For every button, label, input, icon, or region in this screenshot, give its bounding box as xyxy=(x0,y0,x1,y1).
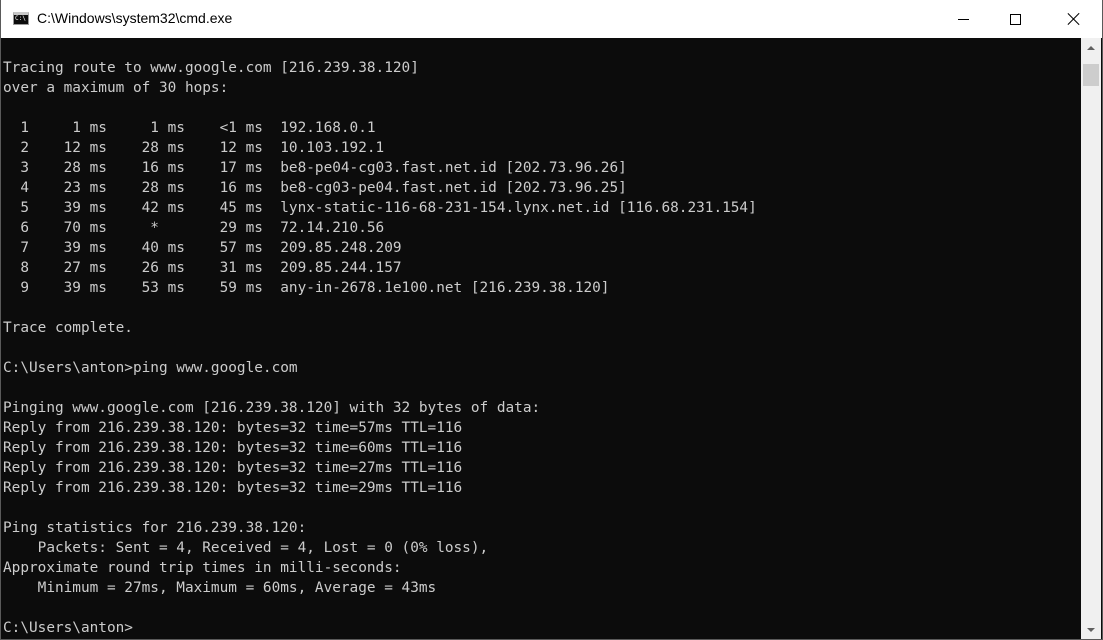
window-title: C:\Windows\system32\cmd.exe xyxy=(37,10,233,26)
close-icon xyxy=(1067,12,1081,26)
console-line: 8 27 ms 26 ms 31 ms 209.85.244.157 xyxy=(3,260,402,276)
cmd-window: C:\ C:\Windows\system32\cmd.exe Tracing … xyxy=(0,0,1103,640)
scroll-down-button[interactable] xyxy=(1081,620,1101,639)
console-line: Packets: Sent = 4, Received = 4, Lost = … xyxy=(3,540,489,556)
console-line: Minimum = 27ms, Maximum = 60ms, Average … xyxy=(3,580,437,596)
console-line: C:\Users\anton>ping www.google.com xyxy=(3,360,298,376)
console-output[interactable]: Tracing route to www.google.com [216.239… xyxy=(3,38,1079,639)
console-line: over a maximum of 30 hops: xyxy=(3,80,229,96)
scroll-up-button[interactable] xyxy=(1081,38,1101,58)
console-line: Reply from 216.239.38.120: bytes=32 time… xyxy=(3,440,463,456)
console-line: 9 39 ms 53 ms 59 ms any-in-2678.1e100.ne… xyxy=(3,280,610,296)
cmd-app-icon[interactable]: C:\ xyxy=(13,12,29,25)
console-line: 3 28 ms 16 ms 17 ms be8-pe04-cg03.fast.n… xyxy=(3,160,627,176)
console-line: Tracing route to www.google.com [216.239… xyxy=(3,60,419,76)
console-line: 7 39 ms 40 ms 57 ms 209.85.248.209 xyxy=(3,240,402,256)
console-line: 1 1 ms 1 ms <1 ms 192.168.0.1 xyxy=(3,120,376,136)
console-line: Approximate round trip times in milli-se… xyxy=(3,560,402,576)
maximize-button[interactable] xyxy=(992,0,1038,38)
console-line: Trace complete. xyxy=(3,320,133,336)
chevron-up-icon xyxy=(1087,46,1095,50)
title-bar[interactable]: C:\ C:\Windows\system32\cmd.exe xyxy=(1,0,1102,38)
console-line: 6 70 ms * 29 ms 72.14.210.56 xyxy=(3,220,385,236)
scrollbar-thumb[interactable] xyxy=(1083,64,1099,86)
console-line: Pinging www.google.com [216.239.38.120] … xyxy=(3,400,541,416)
console-line: Ping statistics for 216.239.38.120: xyxy=(3,520,307,536)
console-line: 2 12 ms 28 ms 12 ms 10.103.192.1 xyxy=(3,140,385,156)
minimize-icon xyxy=(957,18,969,20)
minimize-button[interactable] xyxy=(940,0,986,38)
console-line: Reply from 216.239.38.120: bytes=32 time… xyxy=(3,460,463,476)
maximize-icon xyxy=(1009,13,1021,25)
console-line: Reply from 216.239.38.120: bytes=32 time… xyxy=(3,420,463,436)
chevron-down-icon xyxy=(1087,628,1095,632)
close-button[interactable] xyxy=(1051,0,1097,38)
vertical-scrollbar[interactable] xyxy=(1081,38,1101,639)
console-line: Reply from 216.239.38.120: bytes=32 time… xyxy=(3,480,463,496)
console-line: 4 23 ms 28 ms 16 ms be8-cg03-pe04.fast.n… xyxy=(3,180,627,196)
console-line: C:\Users\anton> xyxy=(3,620,133,636)
console-line: 5 39 ms 42 ms 45 ms lynx-static-116-68-2… xyxy=(3,200,757,216)
